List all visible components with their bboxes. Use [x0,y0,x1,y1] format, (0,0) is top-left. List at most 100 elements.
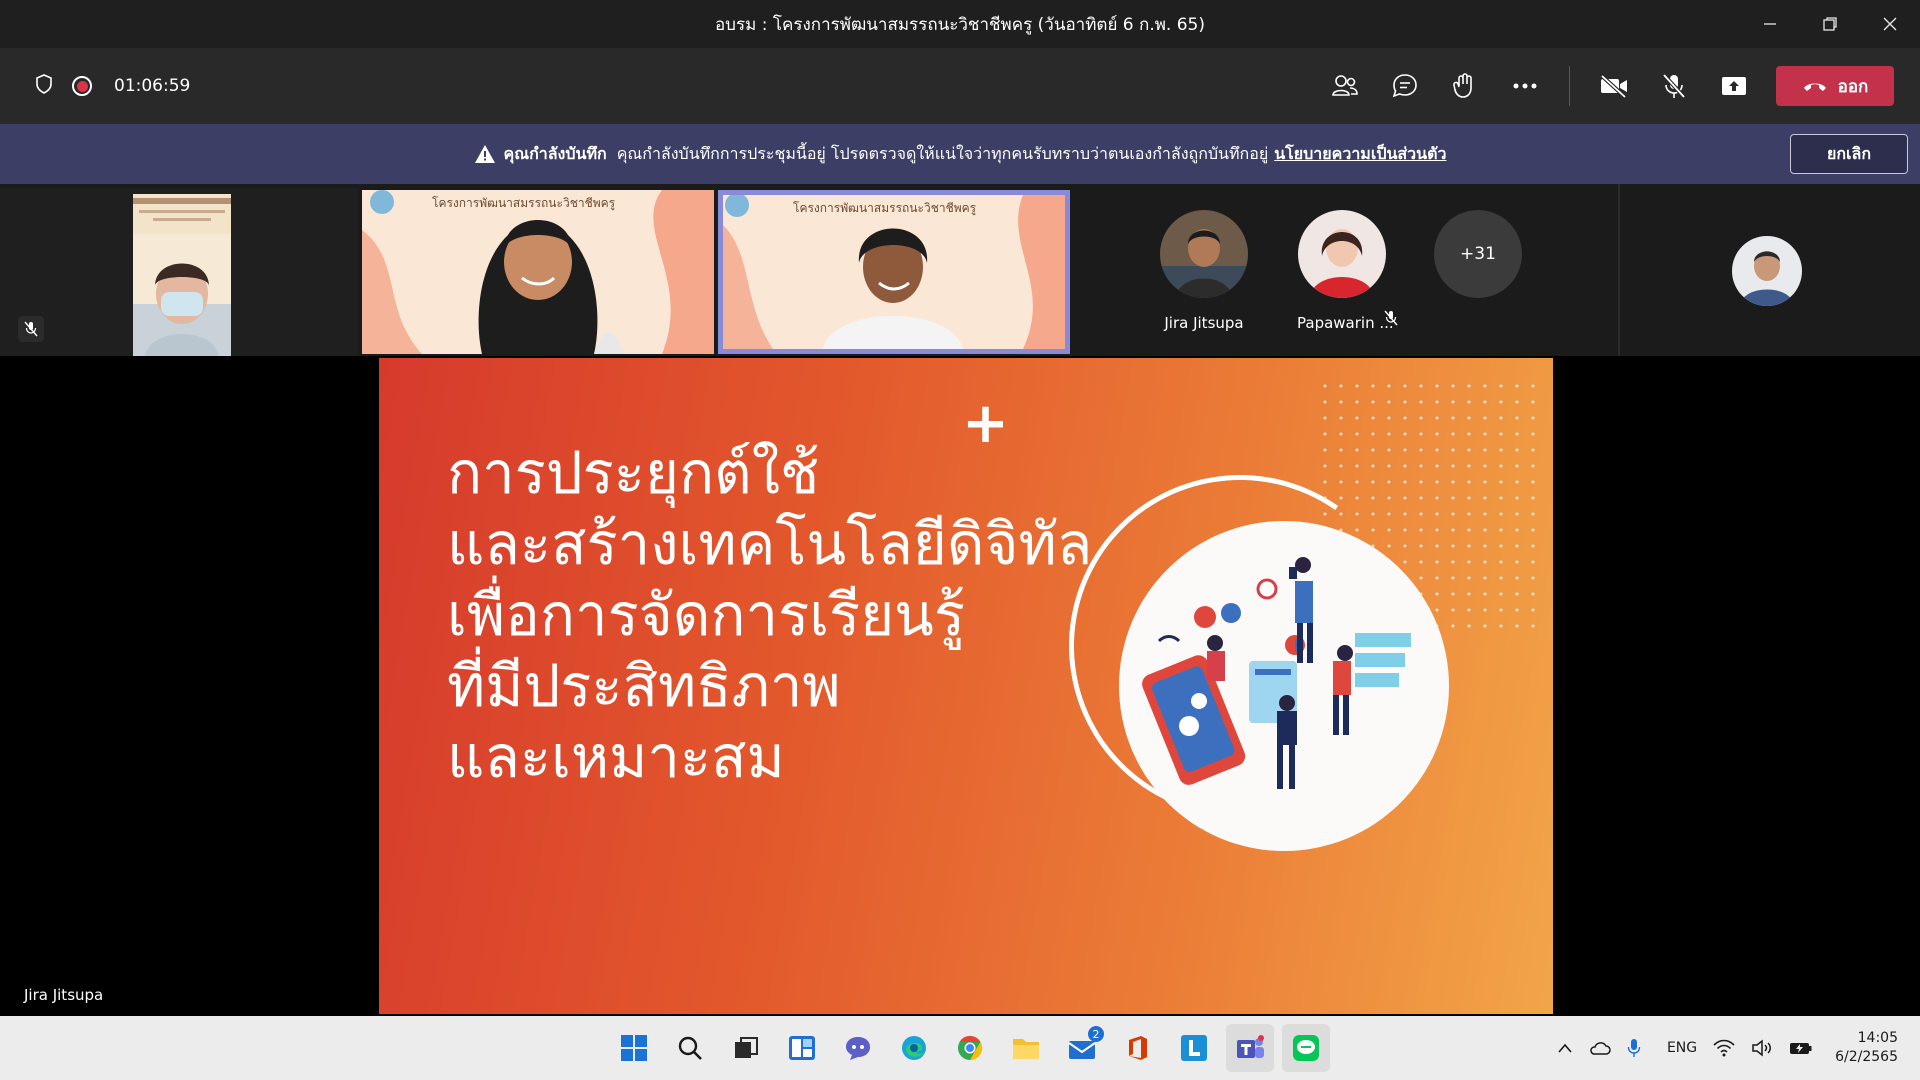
participant-avatar-tile[interactable]: Jira Jitsupa [1159,210,1249,332]
participant-name: Jira Jitsupa [1164,314,1244,332]
system-tray: ENG 14:05 6/2/2565 [1557,1016,1898,1080]
restore-icon[interactable] [1800,0,1860,48]
recording-icon [72,76,92,96]
task-view-icon [735,1037,758,1058]
search-button[interactable] [666,1024,714,1072]
microphone-icon[interactable] [1627,1038,1641,1058]
participant-video-tile[interactable] [0,188,358,356]
participant-video-tile[interactable]: โครงการพัฒนาสมรรถนะวิชาชีพครู [362,190,714,354]
share-screen-button[interactable] [1704,61,1764,111]
leave-label: ออก [1837,76,1869,97]
chrome-browser-button[interactable] [946,1024,994,1072]
avatar [1160,210,1248,298]
start-button[interactable] [610,1024,658,1072]
reactions-button[interactable] [1435,61,1495,111]
taskbar: 2 ENG 14:05 6/2/2565 [0,1016,1920,1080]
more-actions-button[interactable] [1495,61,1555,111]
participant-video [723,195,1065,349]
participant-video [362,190,714,354]
banner-message: คุณกำลังบันทึกการประชุมนี้อยู่ โปรดตรวจด… [616,143,1269,163]
chat-button[interactable] [1375,61,1435,111]
more-participants-count: +31 [1434,210,1522,298]
slide-title-line: ที่มีประสิทธิภาพ [447,652,841,720]
warning-icon [474,145,495,163]
chrome-icon [958,1036,983,1060]
more-icon [1513,83,1537,89]
muted-indicator [18,316,44,342]
participant-name: Papawarin ... [1297,314,1394,332]
participant-strip: โครงการพัฒนาสมรรถนะวิชาชีพครู โครงการพัฒ… [0,184,1920,356]
teams-icon [1237,1035,1264,1058]
share-icon [1722,77,1746,95]
chevron-up-icon[interactable] [1557,1042,1573,1054]
presenter-name: Jira Jitsupa [24,986,104,1004]
window-title: อบรม : โครงการพัฒนาสมรรถนะวิชาชีพครู (วั… [714,14,1206,35]
teams-chat-icon [846,1037,870,1060]
l-app-icon [1181,1035,1207,1061]
clock-time: 14:05 [1857,1030,1898,1046]
shared-content-stage: การประยุกต์ใช้ และสร้างเทคโนโลยีดิจิทัล … [6,356,1914,1016]
tile-slide-text: โครงการพัฒนาสมรรถนะวิชาชีพครู [793,201,977,215]
meeting-timer: 01:06:59 [114,76,191,96]
chat-app-button[interactable] [834,1024,882,1072]
volume-icon[interactable] [1751,1039,1773,1057]
window-title-bar: อบรม : โครงการพัฒนาสมรรถนะวิชาชีพครู (วั… [0,0,1920,48]
l-app-button[interactable] [1170,1024,1218,1072]
cloud-icon[interactable] [1589,1040,1611,1056]
slide-title-line: และเหมาะสม [447,723,785,791]
participant-video-tile-selected[interactable]: โครงการพัฒนาสมรรถนะวิชาชีพครู [718,190,1070,354]
mic-toggle-button[interactable] [1644,61,1704,111]
line-app-button[interactable] [1282,1024,1330,1072]
folder-icon [1013,1039,1039,1059]
more-participants-button[interactable]: +31 [1434,210,1524,298]
people-button[interactable] [1315,61,1375,111]
tile-slide-text: โครงการพัฒนาสมรรถนะวิชาชีพครู [432,196,616,210]
widgets-icon [789,1036,815,1060]
widgets-button[interactable] [778,1024,826,1072]
office-button[interactable] [1114,1024,1162,1072]
recording-banner: คุณกำลังบันทึก คุณกำลังบันทึกการประชุมนี… [0,124,1920,184]
chat-icon [1392,74,1417,98]
minimize-icon[interactable] [1740,0,1800,48]
meeting-toolbar: 01:06:59 ออก [0,48,1920,124]
camera-off-icon [1600,74,1627,98]
mail-button[interactable]: 2 [1058,1024,1106,1072]
toolbar-divider [1569,66,1570,106]
participant-avatar-tile[interactable]: Papawarin ... [1297,210,1394,332]
windows-start-icon [621,1035,647,1061]
participant-video [133,194,231,356]
teams-button[interactable] [1226,1024,1274,1072]
mic-off-icon [1662,73,1686,99]
edge-icon [902,1036,926,1060]
shield-icon[interactable] [34,73,54,99]
battery-icon[interactable] [1789,1040,1813,1056]
mic-off-icon [1384,310,1398,326]
banner-title: คุณกำลังบันทึก [503,143,607,163]
input-language[interactable]: ENG [1667,1040,1697,1056]
raise-hand-icon [1453,73,1472,98]
participant-avatar-tile[interactable] [1618,184,1920,356]
avatar [1298,210,1386,298]
leave-button[interactable]: ออก [1776,66,1894,106]
search-icon [678,1036,702,1060]
taskbar-apps: 2 [610,1024,1330,1072]
office-icon [1129,1036,1147,1060]
cancel-recording-button[interactable]: ยกเลิก [1790,134,1908,174]
wifi-icon[interactable] [1713,1039,1735,1057]
digital-technology-illustration [1119,521,1449,851]
close-icon[interactable] [1860,0,1920,48]
line-chat-icon [1293,1035,1319,1061]
privacy-policy-link[interactable]: นโยบายความเป็นส่วนตัว [1274,142,1446,167]
hang-up-icon [1803,83,1826,91]
task-view-button[interactable] [722,1024,770,1072]
people-icon [1332,75,1358,96]
slide-title: การประยุกต์ใช้ และสร้างเทคโนโลยีดิจิทัล … [447,438,1092,793]
window-controls [1740,0,1920,48]
slide-title-line: เพื่อการจัดการเรียนรู้ [447,581,965,649]
file-explorer-button[interactable] [1002,1024,1050,1072]
presentation-slide: การประยุกต์ใช้ และสร้างเทคโนโลยีดิจิทัล … [379,358,1553,1014]
clock[interactable]: 14:05 6/2/2565 [1835,1029,1898,1067]
avatar [1732,236,1802,306]
camera-toggle-button[interactable] [1584,61,1644,111]
edge-browser-button[interactable] [890,1024,938,1072]
